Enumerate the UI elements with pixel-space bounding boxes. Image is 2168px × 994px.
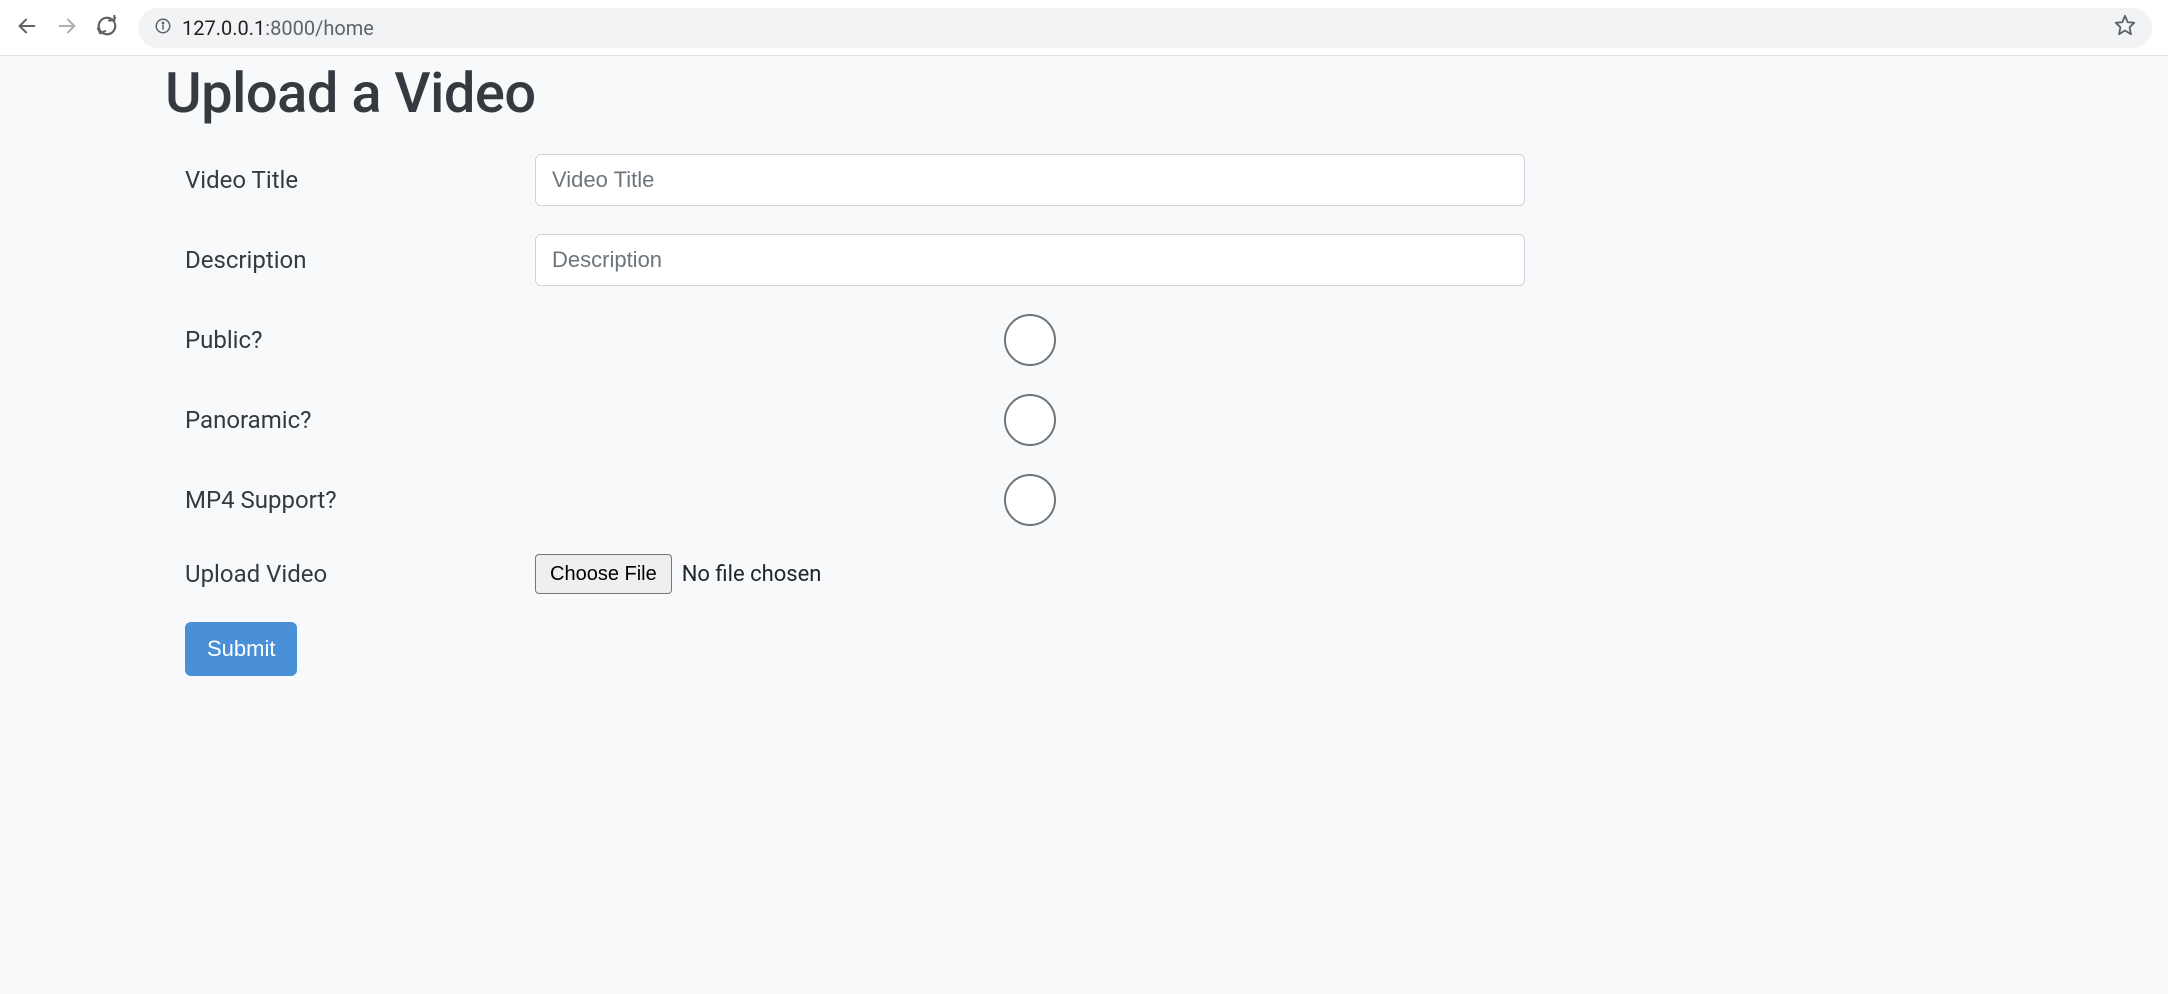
label-upload-video: Upload Video: [185, 560, 535, 588]
row-mp4-support: MP4 Support?: [165, 474, 1525, 526]
page-title: Upload a Video: [165, 60, 1525, 126]
url-host: 127.0.0.1: [182, 16, 265, 40]
public-radio[interactable]: [1004, 314, 1056, 366]
label-public: Public?: [185, 326, 535, 354]
submit-button[interactable]: Submit: [185, 622, 297, 676]
bookmark-star-icon[interactable]: [2114, 14, 2136, 41]
row-submit: Submit: [165, 622, 1525, 676]
label-mp4-support: MP4 Support?: [185, 486, 535, 514]
row-panoramic: Panoramic?: [165, 394, 1525, 446]
url-port-path: :8000/home: [265, 16, 374, 40]
description-input[interactable]: [535, 234, 1525, 286]
row-public: Public?: [165, 314, 1525, 366]
site-info-icon[interactable]: [154, 16, 172, 40]
video-title-input[interactable]: [535, 154, 1525, 206]
forward-icon[interactable]: [56, 15, 78, 41]
row-video-title: Video Title: [165, 154, 1525, 206]
label-panoramic: Panoramic?: [185, 406, 535, 434]
mp4-support-radio[interactable]: [1004, 474, 1056, 526]
choose-file-button[interactable]: Choose File: [535, 554, 672, 594]
page-body: Upload a Video Video Title Description P…: [0, 56, 2168, 676]
address-bar[interactable]: 127.0.0.1:8000/home: [138, 8, 2152, 48]
row-description: Description: [165, 234, 1525, 286]
row-upload-video: Upload Video Choose File No file chosen: [165, 554, 1525, 594]
url-text: 127.0.0.1:8000/home: [182, 16, 374, 40]
nav-icon-group: [16, 15, 118, 41]
panoramic-radio[interactable]: [1004, 394, 1056, 446]
label-video-title: Video Title: [185, 166, 535, 194]
back-icon[interactable]: [16, 15, 38, 41]
browser-toolbar: 127.0.0.1:8000/home: [0, 0, 2168, 56]
reload-icon[interactable]: [96, 15, 118, 41]
label-description: Description: [185, 246, 535, 274]
file-chosen-status: No file chosen: [682, 562, 822, 587]
